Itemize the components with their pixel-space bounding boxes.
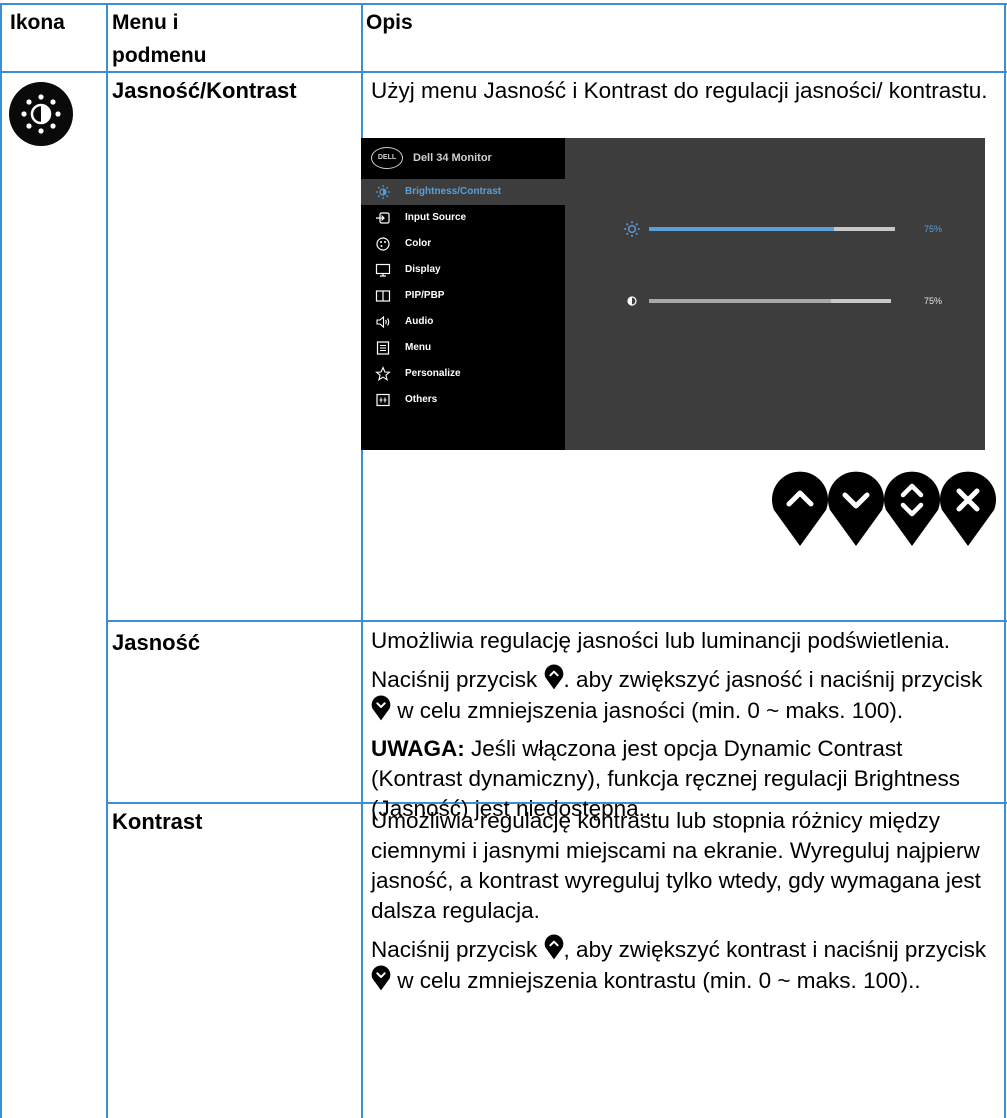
settings-table: Ikona Menu i podmenu Opis Jasność/Kontra…: [0, 0, 1007, 1118]
osd-item-others[interactable]: Others: [361, 387, 565, 413]
down-arrow-icon: [371, 965, 391, 991]
menu-jasnosc-kontrast: Jasność/Kontrast: [112, 78, 297, 103]
text: w celu zmniejszenia jasności (min. 0 ~ m…: [397, 698, 904, 723]
desc-jasnosc: Umożliwia regulację jasności lub luminan…: [371, 626, 996, 824]
text: , aby zwiększyć kontrast i naciśnij przy…: [563, 937, 987, 962]
text: Naciśnij przycisk: [371, 937, 538, 962]
desc-jasnosc-p2: Naciśnij przycisk . aby zwiększyć jasnoś…: [371, 664, 996, 726]
table-border-col1: [106, 3, 108, 1118]
dell-logo: DELL: [371, 147, 403, 169]
up-arrow-icon: [544, 664, 563, 690]
header-icon-col: Ikona: [10, 11, 65, 34]
table-border-top: [0, 3, 1007, 5]
star-icon: [375, 366, 391, 382]
osd-item-menu[interactable]: Menu: [361, 335, 565, 361]
brightness-slider-fill: [649, 227, 834, 231]
up-down-icon[interactable]: [882, 470, 942, 548]
others-icon: [376, 393, 390, 407]
osd-item-label: Brightness/Contrast: [405, 186, 502, 197]
brightness-icon: [9, 82, 73, 146]
menu-kontrast: Kontrast: [112, 809, 203, 834]
osd-item-display[interactable]: Display: [361, 257, 565, 283]
close-icon[interactable]: [938, 470, 998, 548]
pip-pbp-icon: [375, 290, 391, 302]
text: . aby zwiększyć jasność i naciśnij przyc…: [563, 667, 983, 692]
desc-kontrast: Umożliwia regulację kontrastu lub stopni…: [371, 806, 996, 996]
osd-item-label: Personalize: [405, 368, 461, 379]
osd-title: Dell 34 Monitor: [413, 152, 492, 164]
up-arrow-icon: [544, 934, 563, 960]
brightness-icon: [376, 185, 390, 199]
osd-item-label: Audio: [405, 316, 434, 327]
osd-item-label: Color: [405, 238, 432, 249]
table-border-row1: [107, 620, 1007, 622]
desc-kontrast-p2: Naciśnij przycisk , aby zwiększyć kontra…: [371, 934, 996, 996]
brightness-slider[interactable]: [649, 227, 895, 231]
osd-item-label: Others: [405, 394, 438, 405]
text: Naciśnij przycisk: [371, 667, 538, 692]
osd-sidebar: DELL Dell 34 Monitor Brightness/Contrast…: [361, 138, 565, 450]
osd-item-color[interactable]: Color: [361, 231, 565, 257]
osd-item-label: Menu: [405, 342, 432, 353]
osd-item-label: Input Source: [405, 212, 467, 223]
desc-jasnosc-kontrast: Użyj menu Jasność i Kontrast do regulacj…: [371, 78, 988, 103]
osd-item-label: Display: [405, 264, 441, 275]
input-source-icon: [376, 212, 390, 224]
menu-jasnosc: Jasność: [112, 630, 201, 655]
osd-item-label: PIP/PBP: [405, 290, 445, 301]
osd-item-personalize[interactable]: Personalize: [361, 361, 565, 387]
up-arrow-icon[interactable]: [770, 470, 830, 548]
text: w celu zmniejszenia kontrastu (min. 0 ~ …: [397, 968, 921, 993]
note-label: UWAGA:: [371, 736, 465, 761]
osd-item-pip-pbp[interactable]: PIP/PBP: [361, 283, 565, 309]
osd-menu-screenshot: DELL Dell 34 Monitor Brightness/Contrast…: [361, 138, 985, 450]
color-palette-icon: [376, 237, 390, 251]
osd-item-brightness-contrast[interactable]: Brightness/Contrast: [361, 179, 565, 205]
down-arrow-icon: [371, 695, 391, 721]
desc-kontrast-p1: Umożliwia regulację kontrastu lub stopni…: [371, 808, 981, 923]
down-arrow-icon[interactable]: [826, 470, 886, 548]
contrast-value: 75%: [924, 296, 943, 306]
contrast-icon: [627, 296, 637, 306]
brightness-icon: [624, 221, 640, 237]
brightness-value: 75%: [924, 224, 943, 234]
header-menu-col: Menu i: [112, 11, 179, 34]
table-border-right: [1004, 3, 1006, 1118]
contrast-slider[interactable]: [649, 299, 891, 303]
contrast-slider-fill: [649, 299, 831, 303]
header-description-col: Opis: [366, 11, 413, 34]
osd-item-input-source[interactable]: Input Source: [361, 205, 565, 231]
table-border-left: [0, 3, 2, 1118]
osd-item-audio[interactable]: Audio: [361, 309, 565, 335]
desc-jasnosc-p1: Umożliwia regulację jasności lub luminan…: [371, 628, 951, 653]
menu-list-icon: [376, 341, 390, 355]
display-icon: [375, 263, 391, 277]
header-menu-col-line2: podmenu: [112, 44, 207, 67]
speaker-icon: [376, 315, 390, 329]
